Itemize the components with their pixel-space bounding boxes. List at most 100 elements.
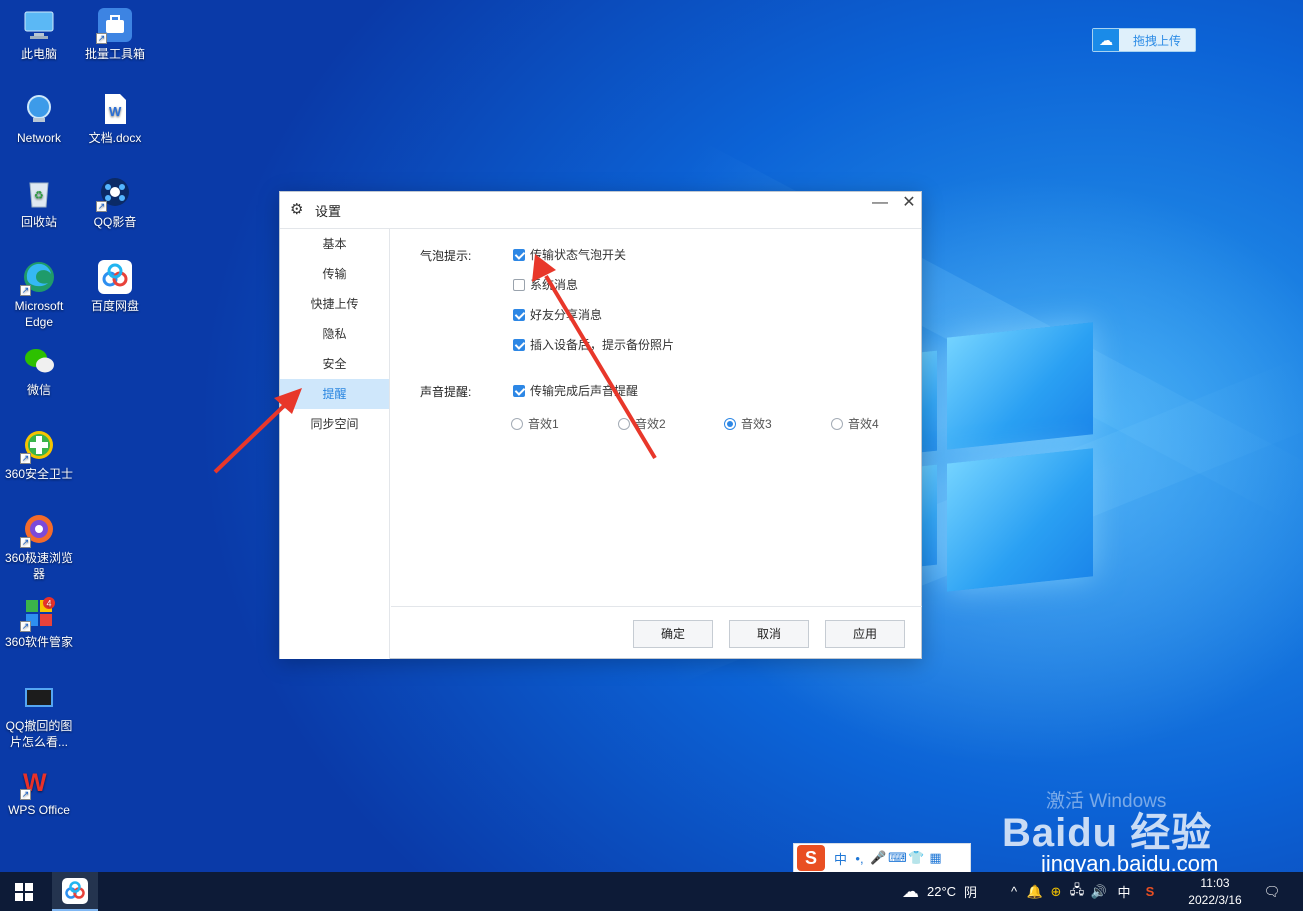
desktop-icon-network[interactable]: Network: [0, 92, 78, 146]
system-message-checkbox[interactable]: 系统消息: [513, 276, 578, 293]
time: 11:03: [1200, 876, 1230, 890]
desktop-icon-wechat[interactable]: 微信: [0, 344, 78, 398]
radio-label: 音效1: [528, 417, 559, 431]
close-button[interactable]: ✕: [894, 192, 924, 216]
ok-button[interactable]: 确定: [633, 620, 713, 648]
dialog-title-bar[interactable]: ⚙ 设置 — ✕: [280, 192, 921, 229]
toolbox-icon: ↗: [96, 8, 132, 44]
sidebar-item-sync-space[interactable]: 同步空间: [280, 409, 389, 439]
network-icon: [22, 92, 56, 126]
keyboard-icon[interactable]: ⌨: [888, 850, 907, 866]
ime-mode[interactable]: 中: [831, 849, 850, 868]
sidebar-item-basic[interactable]: 基本: [280, 229, 389, 259]
qq-player-icon: ↗: [96, 176, 132, 212]
baidu-netdisk-icon: [98, 260, 132, 294]
desktop-icon-baidu-netdisk[interactable]: 百度网盘: [76, 260, 154, 314]
desktop-icon-this-pc[interactable]: 此电脑: [0, 8, 78, 62]
checkbox-label: 系统消息: [530, 278, 579, 292]
computer-icon: [22, 8, 56, 42]
sound-reminder-label: 声音提醒:: [420, 385, 472, 399]
desktop-icon-label: 百度网盘: [90, 299, 139, 313]
settings-dialog: ⚙ 设置 — ✕ 基本 传输 快捷上传 隐私 安全 提醒 同步空间 气泡提示: …: [279, 191, 922, 659]
sound-after-transfer-checkbox[interactable]: 传输完成后声音提醒: [513, 382, 638, 399]
gear-icon: ⚙: [290, 201, 304, 218]
svg-text:♻: ♻: [34, 190, 44, 202]
word-doc-icon: W: [98, 92, 132, 126]
device-backup-checkbox[interactable]: 插入设备后，提示备份照片: [513, 336, 674, 353]
desktop-icon-label: 批量工具箱: [84, 47, 145, 61]
microphone-icon[interactable]: 🎤: [869, 850, 888, 866]
sogou-tray-icon[interactable]: S: [1138, 884, 1162, 899]
sidebar-item-security[interactable]: 安全: [280, 349, 389, 379]
drag-upload-widget[interactable]: ☁ 拖拽上传: [1092, 28, 1196, 52]
radio-label: 音效2: [635, 417, 666, 431]
volume-icon[interactable]: 🔊: [1088, 884, 1110, 900]
sound-effect-1-radio[interactable]: 音效1: [511, 415, 559, 432]
ime-mode-tray[interactable]: 中: [1110, 882, 1138, 901]
desktop-icon-label: QQ影音: [93, 215, 137, 229]
desktop-icon-label: 360软件管家: [4, 635, 74, 649]
checkbox-label: 传输完成后声音提醒: [530, 384, 639, 398]
toolbox-grid-icon[interactable]: ▦: [926, 850, 945, 866]
desktop-icon-label: 360安全卫士: [4, 467, 74, 481]
cancel-button[interactable]: 取消: [729, 620, 809, 648]
action-center-icon[interactable]: 🗨: [1258, 872, 1286, 911]
weather-temperature: 22°C: [927, 884, 957, 899]
desktop-icon-qq-player[interactable]: ↗ QQ影音: [76, 176, 154, 230]
notification-bell-icon[interactable]: 🔔: [1024, 884, 1046, 900]
checkbox-label: 传输状态气泡开关: [530, 248, 627, 262]
sidebar-item-transfer[interactable]: 传输: [280, 259, 389, 289]
desktop-icon-word-doc[interactable]: W 文档.docx: [76, 92, 154, 146]
radio-label: 音效3: [741, 417, 772, 431]
desktop-icon-recycle-bin[interactable]: ♻ 回收站: [0, 176, 78, 230]
360-tray-icon[interactable]: ⊕: [1046, 884, 1066, 900]
start-button[interactable]: [0, 872, 48, 911]
notification-badge: 4: [47, 599, 52, 609]
sidebar-item-privacy[interactable]: 隐私: [280, 319, 389, 349]
friend-share-checkbox[interactable]: 好友分享消息: [513, 306, 602, 323]
desktop-icon-360-software[interactable]: 4 ↗ 360软件管家: [0, 596, 78, 650]
chevron-up-icon[interactable]: ^: [1004, 884, 1024, 899]
weather-description: 阴: [964, 885, 978, 900]
punctuation-icon[interactable]: •,: [850, 851, 869, 866]
checkbox-label: 插入设备后，提示备份照片: [530, 338, 675, 352]
skin-icon[interactable]: 👕: [907, 850, 926, 866]
radio-unselected: [511, 417, 523, 430]
taskbar-baidu-netdisk[interactable]: [52, 872, 98, 911]
cloudy-weather-icon: ☁: [902, 881, 919, 901]
minimize-button[interactable]: —: [865, 192, 895, 216]
sound-effect-2-radio[interactable]: 音效2: [618, 415, 666, 432]
shortcut-arrow-icon: ↗: [20, 789, 31, 800]
ime-toolbar[interactable]: S 中 •, 🎤 ⌨ 👕 ▦: [793, 843, 971, 873]
desktop-icon-label: Microsoft Edge: [14, 299, 64, 329]
clock[interactable]: 11:03 2022/3/16: [1180, 875, 1250, 909]
transfer-bubble-checkbox[interactable]: 传输状态气泡开关: [513, 246, 626, 263]
sound-effect-3-radio[interactable]: 音效3: [724, 415, 772, 432]
desktop-icon-image-file[interactable]: QQ撤回的图片怎么看...: [0, 680, 78, 750]
desktop-icon-edge[interactable]: ↗ Microsoft Edge: [0, 260, 78, 330]
360-security-icon: ↗: [20, 428, 56, 464]
shortcut-arrow-icon: ↗: [96, 201, 107, 212]
shortcut-arrow-icon: ↗: [20, 285, 31, 296]
image-file-icon: [22, 680, 56, 714]
recycle-bin-icon: ♻: [22, 176, 56, 210]
desktop-icon-label: 360极速浏览器: [4, 551, 74, 581]
sidebar-item-reminder[interactable]: 提醒: [280, 379, 389, 409]
sound-effect-4-radio[interactable]: 音效4: [831, 415, 879, 432]
desktop-icon-360-browser[interactable]: ↗ 360极速浏览器: [0, 512, 78, 582]
sogou-logo-icon[interactable]: S: [797, 845, 825, 871]
network-tray-icon[interactable]: 🖧: [1066, 881, 1088, 903]
desktop-icon-360-security[interactable]: ↗ 360安全卫士: [0, 428, 78, 482]
desktop-icon-wps[interactable]: W ↗ WPS Office: [0, 764, 78, 818]
360-software-icon: 4 ↗: [20, 596, 56, 632]
sidebar-item-quick-upload[interactable]: 快捷上传: [280, 289, 389, 319]
reminder-settings-panel: 气泡提示: 传输状态气泡开关 系统消息 好友分享消息 插入设备后，提示备份照片 …: [391, 229, 922, 606]
baidu-netdisk-icon: [62, 877, 88, 904]
windows-logo-wallpaper: [905, 308, 1095, 608]
desktop-icon-label: Network: [16, 131, 61, 145]
checkbox-checked: [513, 338, 525, 351]
edge-icon: ↗: [20, 260, 56, 296]
desktop-icon-toolbox[interactable]: ↗ 批量工具箱: [76, 8, 154, 62]
weather-widget[interactable]: ☁ 22°C 阴: [902, 872, 977, 911]
apply-button[interactable]: 应用: [825, 620, 905, 648]
